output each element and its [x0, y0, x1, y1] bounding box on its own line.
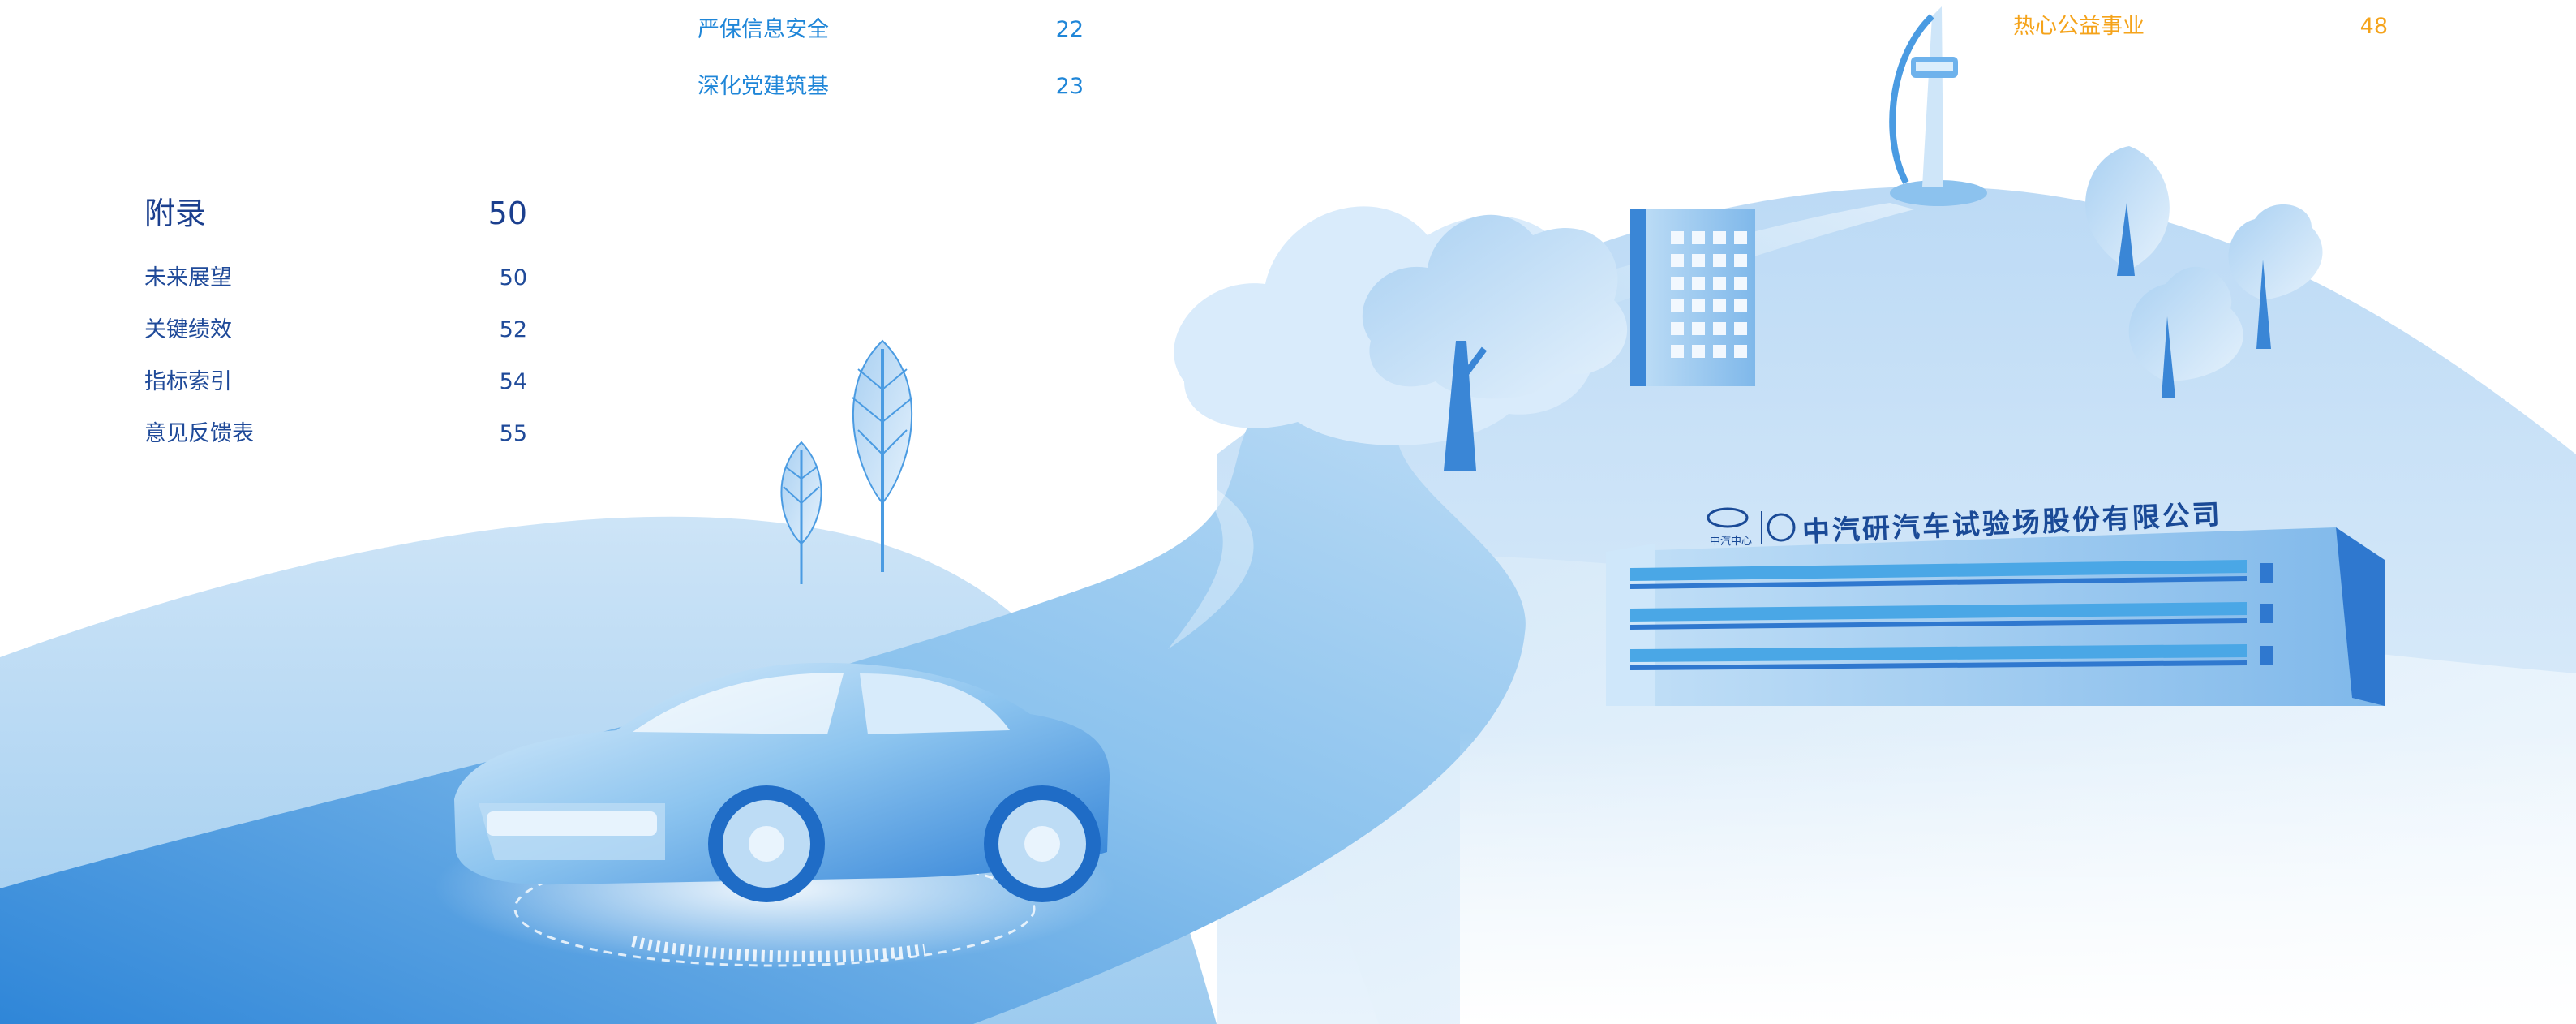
building-window: [1713, 277, 1726, 290]
appendix-heading[interactable]: 附录 50: [144, 188, 527, 233]
building-window: [1734, 277, 1747, 290]
building-window: [1671, 322, 1684, 335]
toc-item-label: 热心公益事业: [2013, 14, 2145, 39]
building-window: [1692, 277, 1705, 290]
building-window: [1692, 231, 1705, 244]
toc-item-info-security[interactable]: 严保信息安全 22: [698, 11, 1084, 43]
building-window: [1692, 299, 1705, 312]
toc-item-page: 52: [499, 317, 527, 342]
toc-item-page: 22: [1055, 17, 1084, 42]
building-window: [1713, 322, 1726, 335]
toc-item-page: 55: [499, 421, 527, 446]
building-window: [1713, 231, 1726, 244]
building-window: [1692, 254, 1705, 267]
toc-item-label: 深化党建筑基: [698, 74, 829, 99]
building-window: [1734, 322, 1747, 335]
building-window: [1671, 254, 1684, 267]
toc-item-label: 指标索引: [144, 369, 232, 394]
building-window: [1734, 345, 1747, 358]
building-window: [1671, 277, 1684, 290]
toc-item-page: 48: [2359, 14, 2388, 39]
toc-item-label: 未来展望: [144, 265, 232, 290]
building-window: [1713, 299, 1726, 312]
building-window: [1671, 299, 1684, 312]
toc-item-page: 23: [1055, 74, 1084, 99]
toc-item-label: 关键绩效: [144, 317, 232, 342]
toc-item-key-performance[interactable]: 关键绩效 52: [144, 312, 527, 343]
building-window: [1692, 345, 1705, 358]
building-window: [1734, 254, 1747, 267]
toc-item-public-welfare[interactable]: 热心公益事业 48: [2013, 8, 2388, 40]
bottom-fade: [1460, 730, 2576, 1024]
toc-item-future-outlook[interactable]: 未来展望 50: [144, 260, 527, 291]
building-window: [1671, 231, 1684, 244]
brand-logo-caption: 中汽中心: [1710, 536, 1753, 548]
appendix-title: 附录: [144, 196, 207, 231]
toc-item-indicator-index[interactable]: 指标索引 54: [144, 364, 527, 395]
toc-item-feedback-form[interactable]: 意见反馈表 55: [144, 415, 527, 447]
appendix-page: 50: [487, 196, 527, 231]
observation-tower: [1889, 6, 1987, 206]
toc-item-label: 意见反馈表: [144, 421, 254, 446]
toc-item-page: 54: [499, 369, 527, 394]
toc-item-label: 严保信息安全: [698, 17, 829, 42]
building-window: [1713, 254, 1726, 267]
building-window: [1734, 231, 1747, 244]
toc-item-party-building[interactable]: 深化党建筑基 23: [698, 68, 1084, 100]
building-window: [1734, 299, 1747, 312]
building-window: [1713, 345, 1726, 358]
building-window: [1671, 345, 1684, 358]
toc-item-page: 50: [499, 265, 527, 290]
building-window: [1692, 322, 1705, 335]
